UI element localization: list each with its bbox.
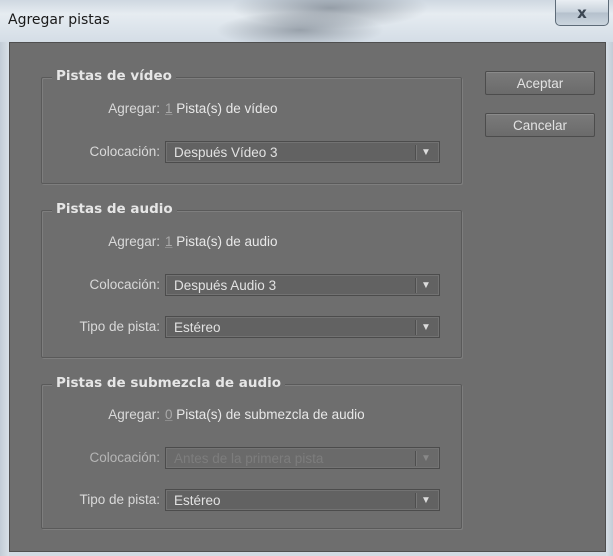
submix-placement-label: Colocación: (89, 450, 160, 465)
audio-add-suffix: Pista(s) de audio (172, 234, 278, 249)
chevron-down-icon: ▼ (421, 452, 431, 464)
window-border-left (0, 42, 9, 556)
select-divider (415, 320, 416, 335)
audio-placement-value: Después Audio 3 (174, 277, 277, 293)
submix-type-value: Estéreo (174, 492, 221, 508)
audio-add-label: Agregar: (108, 234, 160, 249)
audio-placement-label: Colocación: (89, 277, 160, 292)
submix-placement-select: Antes de la primera pista ▼ (165, 447, 440, 469)
chevron-down-icon[interactable]: ▼ (417, 317, 435, 337)
submix-placement-value: Antes de la primera pista (174, 450, 324, 466)
chevron-down-icon[interactable]: ▼ (417, 275, 435, 295)
audio-tracks-group: Pistas de audio Agregar: 1 Pista(s) de a… (41, 201, 462, 358)
video-add-label: Agregar: (108, 101, 160, 116)
submix-tracks-group: Pistas de submezcla de audio Agregar: 0 … (41, 375, 462, 529)
video-placement-value: Después Vídeo 3 (174, 144, 278, 160)
cancel-button[interactable]: Cancelar (485, 113, 595, 137)
title-bar[interactable]: Agregar pistas x (0, 0, 613, 42)
close-button[interactable]: x (555, 0, 609, 26)
submix-add-suffix: Pista(s) de submezcla de audio (172, 407, 365, 422)
select-divider (415, 278, 416, 293)
submix-type-select[interactable]: Estéreo ▼ (165, 489, 440, 511)
chevron-down-icon[interactable]: ▼ (417, 142, 435, 162)
audio-type-select[interactable]: Estéreo ▼ (165, 316, 440, 338)
submix-group-title: Pistas de submezcla de audio (52, 375, 286, 391)
audio-placement-select[interactable]: Después Audio 3 ▼ (165, 274, 440, 296)
video-group-title: Pistas de vídeo (52, 68, 176, 84)
dialog-body: Pistas de vídeo Agregar: 1 Pista(s) de v… (9, 42, 606, 552)
video-placement-label: Colocación: (89, 144, 160, 159)
audio-add-value: 1 Pista(s) de audio (165, 234, 278, 249)
video-tracks-group: Pistas de vídeo Agregar: 1 Pista(s) de v… (41, 68, 462, 184)
video-placement-select[interactable]: Después Vídeo 3 ▼ (165, 141, 440, 163)
accept-button[interactable]: Aceptar (485, 71, 595, 95)
select-divider (415, 493, 416, 508)
submix-add-value: 0 Pista(s) de submezcla de audio (165, 407, 365, 422)
audio-group-title: Pistas de audio (52, 201, 177, 217)
chevron-down-icon[interactable]: ▼ (417, 490, 435, 510)
audio-add-count[interactable]: 1 (165, 234, 173, 249)
audio-type-label: Tipo de pista: (79, 319, 160, 334)
submix-add-count[interactable]: 0 (165, 407, 173, 422)
submix-add-label: Agregar: (108, 407, 160, 422)
close-icon: x (577, 3, 587, 22)
window-border-right (606, 42, 613, 556)
audio-type-value: Estéreo (174, 319, 221, 335)
dialog-window: Agregar pistas x Pistas de vídeo Agregar… (0, 0, 613, 556)
submix-type-label: Tipo de pista: (79, 492, 160, 507)
video-add-count[interactable]: 1 (165, 101, 173, 116)
select-divider (415, 145, 416, 160)
video-add-suffix: Pista(s) de vídeo (172, 101, 278, 116)
video-add-value: 1 Pista(s) de vídeo (165, 101, 278, 116)
select-divider (415, 451, 416, 466)
window-title: Agregar pistas (8, 12, 110, 28)
